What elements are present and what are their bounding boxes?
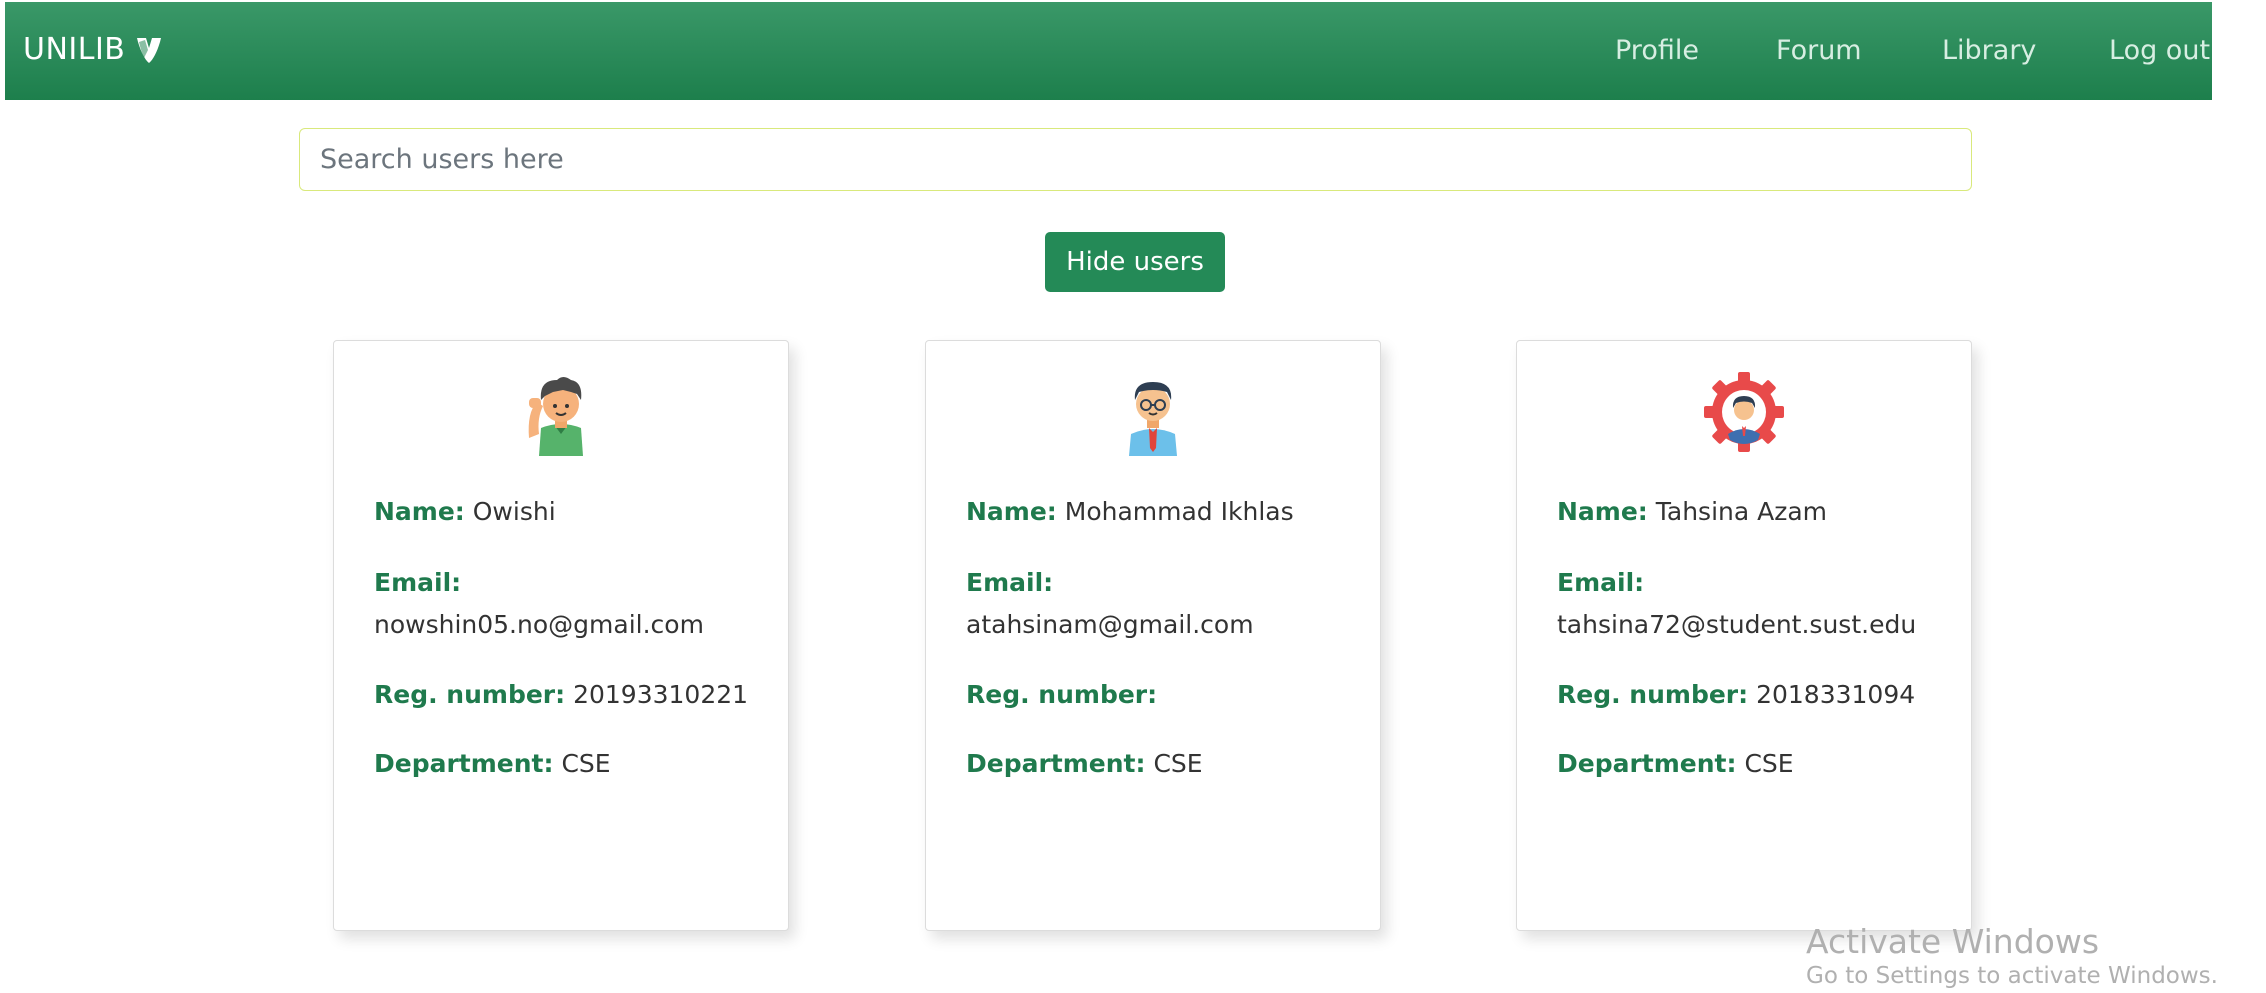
user-name-field: Name: Owishi bbox=[374, 491, 556, 533]
department-label: Department: bbox=[374, 749, 554, 778]
waving-boy-avatar-icon bbox=[334, 368, 788, 456]
email-label: Email: bbox=[966, 568, 1054, 597]
department-label: Department: bbox=[1557, 749, 1737, 778]
hide-users-button[interactable]: Hide users bbox=[1045, 232, 1225, 292]
reg-label: Reg. number: bbox=[966, 680, 1158, 709]
user-card-3: Name: Tahsina Azam Email: tahsina72@stud… bbox=[1516, 340, 1972, 931]
user-name-field: Name: Tahsina Azam bbox=[1557, 491, 1827, 533]
brand[interactable]: UNILIB bbox=[23, 32, 165, 67]
nav-profile-link[interactable]: Profile bbox=[1615, 35, 1699, 66]
user-card-2: Name: Mohammad Ikhlas Email: atahsinam@g… bbox=[925, 340, 1381, 931]
user-email-line: nowshin05.no@gmail.com bbox=[374, 604, 704, 646]
typo3-logo-icon bbox=[133, 34, 165, 66]
reg-label: Reg. number: bbox=[374, 680, 566, 709]
department: CSE bbox=[561, 749, 611, 778]
user-name: Mohammad Ikhlas bbox=[1064, 497, 1294, 526]
email-label: Email: bbox=[1557, 568, 1645, 597]
glasses-man-avatar-icon bbox=[926, 368, 1380, 456]
top-navbar: UNILIB Profile Forum Library Log out bbox=[5, 2, 2212, 100]
email-label-line: Email: bbox=[966, 562, 1053, 604]
department: CSE bbox=[1153, 749, 1203, 778]
department-label: Department: bbox=[966, 749, 1146, 778]
department-field: Department: CSE bbox=[966, 743, 1203, 785]
reg-number: 2018331094 bbox=[1756, 680, 1916, 709]
reg-label: Reg. number: bbox=[1557, 680, 1749, 709]
user-email-line: atahsinam@gmail.com bbox=[966, 604, 1254, 646]
email-label: Email: bbox=[374, 568, 462, 597]
user-email: nowshin05.no@gmail.com bbox=[374, 610, 704, 639]
nav-library-link[interactable]: Library bbox=[1942, 35, 2036, 66]
nav-forum-link[interactable]: Forum bbox=[1776, 35, 1862, 66]
name-label: Name: bbox=[966, 497, 1057, 526]
email-label-line: Email: bbox=[374, 562, 461, 604]
user-email-line: tahsina72@student.sust.edu bbox=[1557, 604, 1916, 646]
brand-name: UNILIB bbox=[23, 32, 126, 67]
email-label-line: Email: bbox=[1557, 562, 1644, 604]
name-label: Name: bbox=[1557, 497, 1648, 526]
reg-number-field: Reg. number: bbox=[966, 674, 1157, 716]
reg-number-field: Reg. number: 2018331094 bbox=[1557, 674, 1915, 716]
user-email: atahsinam@gmail.com bbox=[966, 610, 1254, 639]
search-users-input[interactable] bbox=[299, 128, 1972, 191]
nav-logout-link[interactable]: Log out bbox=[2109, 35, 2210, 66]
department-field: Department: CSE bbox=[1557, 743, 1794, 785]
user-name: Tahsina Azam bbox=[1655, 497, 1828, 526]
gear-person-avatar-icon bbox=[1517, 368, 1971, 456]
activate-windows-title: Activate Windows bbox=[1806, 922, 2100, 961]
user-name: Owishi bbox=[472, 497, 556, 526]
reg-number-field: Reg. number: 20193310221 bbox=[374, 674, 748, 716]
user-name-field: Name: Mohammad Ikhlas bbox=[966, 491, 1294, 533]
user-card-1: Name: Owishi Email: nowshin05.no@gmail.c… bbox=[333, 340, 789, 931]
user-email: tahsina72@student.sust.edu bbox=[1557, 610, 1917, 639]
reg-number: 20193310221 bbox=[573, 680, 749, 709]
activate-windows-subtitle: Go to Settings to activate Windows. bbox=[1806, 963, 2218, 989]
name-label: Name: bbox=[374, 497, 465, 526]
department-field: Department: CSE bbox=[374, 743, 611, 785]
department: CSE bbox=[1744, 749, 1794, 778]
